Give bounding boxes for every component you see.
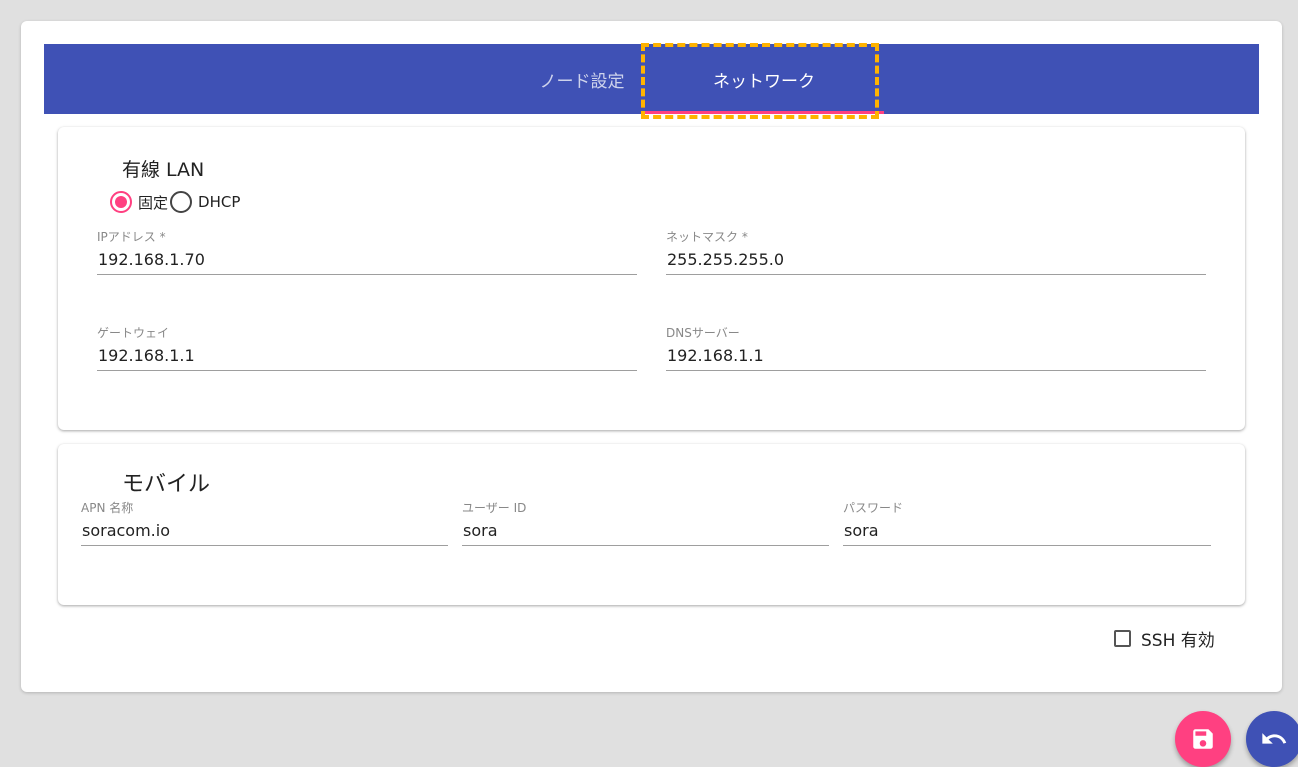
user-id-field[interactable]: ユーザー ID sora <box>462 500 829 546</box>
apn-label: APN 名称 <box>81 501 134 515</box>
apn-input[interactable]: soracom.io <box>81 516 448 546</box>
apn-field[interactable]: APN 名称 soracom.io <box>81 500 448 546</box>
undo-button[interactable] <box>1246 711 1298 767</box>
ssh-enable-label: SSH 有効 <box>1141 631 1215 651</box>
mobile-card: モバイル APN 名称 soracom.io ユーザー ID sora パスワー… <box>58 444 1245 605</box>
wired-lan-card: 有線 LAN 固定 DHCP IPアドレス * 192.168.1.70 ネット… <box>58 127 1245 430</box>
dns-label: DNSサーバー <box>666 326 740 340</box>
save-icon <box>1193 729 1213 749</box>
dns-field[interactable]: DNSサーバー 192.168.1.1 <box>666 325 1206 371</box>
gateway-field[interactable]: ゲートウェイ 192.168.1.1 <box>97 325 637 371</box>
active-tab-indicator <box>644 111 884 114</box>
undo-icon <box>1262 733 1287 744</box>
user-id-input[interactable]: sora <box>462 516 829 546</box>
ip-address-input[interactable]: 192.168.1.70 <box>97 245 637 275</box>
wired-lan-title: 有線 LAN <box>122 159 205 181</box>
netmask-field[interactable]: ネットマスク * 255.255.255.0 <box>666 229 1206 275</box>
mobile-title: モバイル <box>122 472 211 497</box>
ip-mode-radio-group: 固定 DHCP <box>110 189 242 215</box>
gateway-input[interactable]: 192.168.1.1 <box>97 341 637 371</box>
tab-bar: ノード設定 ネットワーク <box>44 44 1259 114</box>
netmask-label: ネットマスク * <box>666 230 748 244</box>
password-field[interactable]: パスワード sora <box>843 500 1211 546</box>
dns-input[interactable]: 192.168.1.1 <box>666 341 1206 371</box>
tab-network[interactable]: ネットワーク <box>644 44 884 114</box>
radio-dhcp-label: DHCP <box>198 193 241 211</box>
save-button[interactable] <box>1175 711 1231 767</box>
checkbox-box[interactable] <box>1114 630 1131 647</box>
radio-static[interactable] <box>110 191 132 213</box>
ssh-enable-checkbox[interactable]: SSH 有効 <box>1114 626 1215 651</box>
password-input[interactable]: sora <box>843 516 1211 546</box>
radio-static-label: 固定 <box>138 193 169 212</box>
password-label: パスワード <box>843 501 904 515</box>
user-id-label: ユーザー ID <box>462 501 527 515</box>
radio-dhcp[interactable] <box>170 191 193 213</box>
ip-address-field[interactable]: IPアドレス * 192.168.1.70 <box>97 229 637 275</box>
ip-address-label: IPアドレス * <box>97 230 166 244</box>
netmask-input[interactable]: 255.255.255.0 <box>666 245 1206 275</box>
gateway-label: ゲートウェイ <box>97 326 170 340</box>
